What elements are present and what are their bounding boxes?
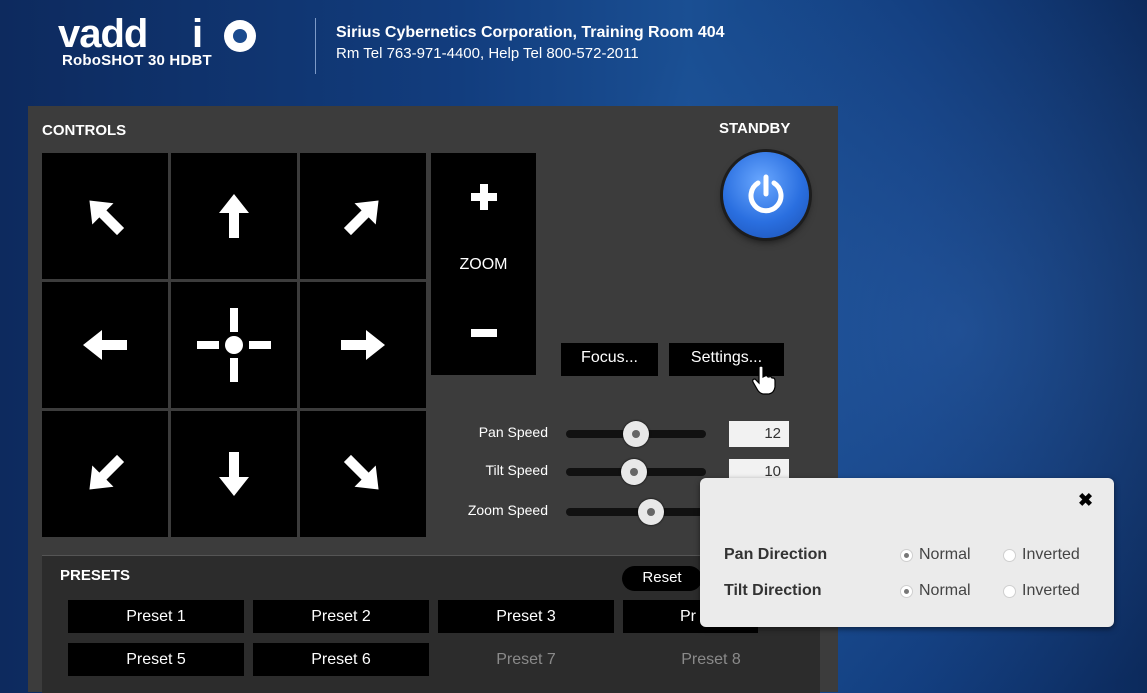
radio-selected-icon [900,584,913,598]
move-up-button[interactable] [171,153,297,279]
arrow-up-left-icon [89,200,125,236]
standby-power-button[interactable] [723,152,809,238]
svg-text:i: i [192,14,203,54]
home-button[interactable] [171,282,297,408]
preset-7-button[interactable]: Preset 7 [438,643,614,676]
preset-2-button[interactable]: Preset 2 [253,600,429,633]
preset-1-button[interactable]: Preset 1 [68,600,244,633]
tilt-direction-inverted-radio[interactable]: Inverted [1003,582,1080,600]
pan-direction-normal-radio[interactable]: Normal [900,546,971,564]
move-down-button[interactable] [171,411,297,537]
power-icon [748,174,784,214]
plus-icon [470,184,497,210]
move-up-right-button[interactable] [300,153,426,279]
controls-title: CONTROLS [42,122,127,139]
move-left-button[interactable] [42,282,168,408]
zoom-speed-slider[interactable] [566,499,706,525]
zoom-in-button[interactable] [431,153,536,241]
pan-speed-knob[interactable] [623,421,649,447]
standby-title: STANDBY [719,120,791,137]
minus-icon [470,328,497,337]
crosshair-home-icon [197,308,271,382]
vaddio-logo: vadd i [58,14,268,84]
pan-tilt-pad [42,153,426,537]
header-divider [315,18,316,74]
close-icon[interactable]: ✖ [1078,490,1093,511]
presets-reset-button[interactable]: Reset [622,566,702,591]
move-down-right-button[interactable] [300,411,426,537]
zoom-out-button[interactable] [431,290,536,375]
focus-button[interactable]: Focus... [561,343,658,376]
arrow-down-icon [219,452,249,496]
tilt-speed-slider[interactable] [566,459,706,485]
pan-normal-label: Normal [919,546,971,563]
arrow-up-icon [219,194,249,238]
arrow-right-icon [341,330,385,360]
pan-inverted-label: Inverted [1022,546,1080,563]
move-down-left-button[interactable] [42,411,168,537]
arrow-left-icon [83,330,127,360]
zoom-speed-knob[interactable] [638,499,664,525]
move-right-button[interactable] [300,282,426,408]
radio-selected-icon [900,548,913,562]
arrow-down-right-icon [343,454,379,490]
tilt-direction-normal-radio[interactable]: Normal [900,582,971,600]
tilt-speed-label: Tilt Speed [485,462,548,478]
tilt-normal-label: Normal [919,582,971,599]
pan-speed-label: Pan Speed [478,424,548,440]
zoom-speed-label: Zoom Speed [467,502,548,518]
room-name: Sirius Cybernetics Corporation, Training… [336,24,725,41]
tilt-inverted-label: Inverted [1022,582,1080,599]
radio-unselected-icon [1003,584,1016,598]
svg-text:vadd: vadd [58,14,147,54]
pan-direction-label: Pan Direction [724,546,828,563]
pan-speed-value[interactable]: 12 [729,421,789,447]
pan-speed-slider[interactable] [566,421,706,447]
zoom-label: ZOOM [459,256,508,273]
arrow-up-right-icon [343,200,379,236]
preset-3-button[interactable]: Preset 3 [438,600,614,633]
arrow-down-left-icon [89,454,125,490]
preset-6-button[interactable]: Preset 6 [253,643,429,676]
preset-5-button[interactable]: Preset 5 [68,643,244,676]
hand-cursor-icon [752,365,776,400]
tilt-speed-knob[interactable] [621,459,647,485]
camera-model: RoboSHOT 30 HDBT [62,52,212,69]
room-contact: Rm Tel 763-971-4400, Help Tel 800-572-20… [336,45,639,62]
tilt-direction-label: Tilt Direction [724,582,822,599]
preset-8-button[interactable]: Preset 8 [623,643,799,676]
pan-direction-inverted-radio[interactable]: Inverted [1003,546,1080,564]
presets-title: PRESETS [60,567,131,584]
radio-unselected-icon [1003,548,1016,562]
move-up-left-button[interactable] [42,153,168,279]
